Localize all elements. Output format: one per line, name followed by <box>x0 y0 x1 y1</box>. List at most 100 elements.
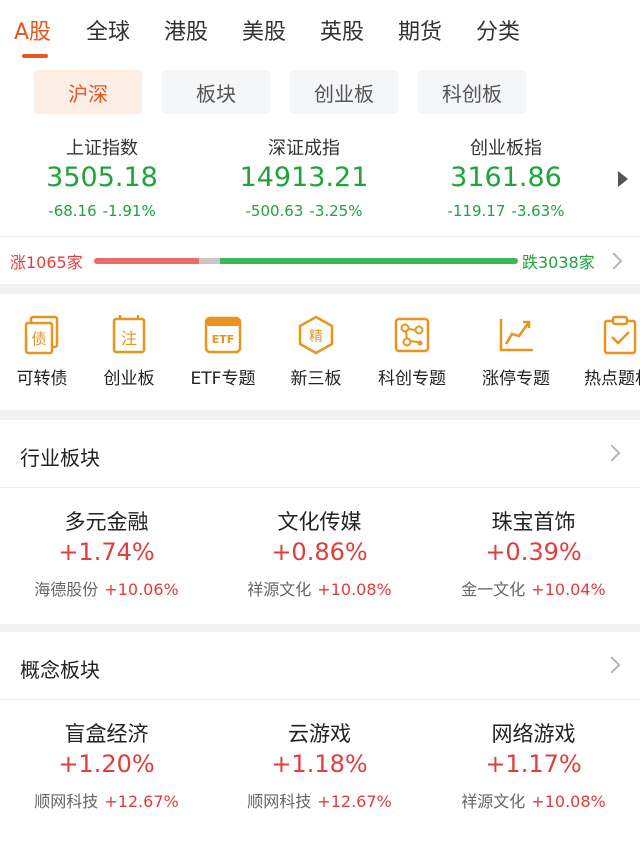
rising-chart-icon <box>499 319 533 352</box>
triangle-right-icon[interactable] <box>618 171 628 187</box>
sector-card[interactable]: 云游戏 +1.18% 顺网科技 +12.67% <box>213 718 426 812</box>
sector-leader: 海德股份 +10.06% <box>0 576 213 600</box>
chevron-right-icon[interactable] <box>603 656 621 674</box>
sector-leader: 金一文化 +10.04% <box>427 576 640 600</box>
tab-global[interactable]: 全球 <box>86 14 130 46</box>
etf-icon: ETF <box>204 316 242 354</box>
tab-uk[interactable]: 英股 <box>320 14 364 46</box>
sector-card[interactable]: 珠宝首饰 +0.39% 金一文化 +10.04% <box>427 506 640 600</box>
sector-card[interactable]: 盲盒经济 +1.20% 顺网科技 +12.67% <box>0 718 213 812</box>
decliners-segment <box>219 258 518 264</box>
leader-change: +12.67% <box>317 792 392 811</box>
subtab-sector[interactable]: 板块 <box>162 70 270 114</box>
chevron-right-icon[interactable] <box>603 444 621 462</box>
unchanged-segment <box>198 258 220 264</box>
shortcut-label: ETF专题 <box>190 369 256 389</box>
shortcut-grid: 债 可转债 注 创业板 ETF ETF专题 精 新三板 科创专题 涨停专题 热点… <box>0 294 640 410</box>
index-change-pct: -1.91% <box>102 202 156 220</box>
shortcut-label: 涨停专题 <box>482 369 550 389</box>
market-tabs: A股 全球 港股 美股 英股 期货 分类 <box>0 0 640 62</box>
sector-card[interactable]: 多元金融 +1.74% 海德股份 +10.06% <box>0 506 213 600</box>
sector-card[interactable]: 网络游戏 +1.17% 祥源文化 +10.08% <box>427 718 640 812</box>
leader-name: 海德股份 <box>34 580 99 599</box>
index-name: 深证成指 <box>268 138 340 159</box>
shortcut-hot-topics[interactable]: 热点题材 <box>574 314 640 389</box>
tab-hk[interactable]: 港股 <box>164 14 208 46</box>
section-header[interactable]: 行业板块 <box>0 420 640 488</box>
index-card[interactable]: 上证指数 3505.18 -68.16 -1.91% <box>2 134 202 220</box>
market-breadth[interactable]: 涨1065家 跌3038家 <box>0 236 640 284</box>
svg-text:精: 精 <box>309 329 323 345</box>
leader-name: 顺网科技 <box>247 792 312 811</box>
sector-card[interactable]: 文化传媒 +0.86% 祥源文化 +10.08% <box>213 506 426 600</box>
section-header[interactable]: 概念板块 <box>0 632 640 700</box>
shortcut-limit-up[interactable]: 涨停专题 <box>470 314 562 389</box>
shortcut-neeq[interactable]: 精 新三板 <box>270 314 362 389</box>
note-icon: 注 <box>112 315 146 354</box>
index-value: 3161.86 <box>450 162 562 193</box>
index-card[interactable]: 创业板指 3161.86 -119.17 -3.63% <box>406 134 606 220</box>
tab-category[interactable]: 分类 <box>476 14 520 46</box>
index-change-amount: -68.16 <box>48 202 97 220</box>
index-change-amount: -500.63 <box>245 202 304 220</box>
index-change-amount: -119.17 <box>447 202 506 220</box>
index-change-pct: -3.63% <box>511 202 565 220</box>
sub-tabs: 沪深 板块 创业板 科创板 <box>0 62 640 124</box>
sector-change: +1.17% <box>485 750 582 778</box>
sector-leader: 祥源文化 +10.08% <box>427 788 640 812</box>
index-change: -68.16 -1.91% <box>2 202 202 220</box>
decliners-label: 跌3038家 <box>522 253 595 272</box>
index-card[interactable]: 深证成指 14913.21 -500.63 -3.25% <box>204 134 404 220</box>
svg-text:ETF: ETF <box>212 333 235 346</box>
subtab-chinext[interactable]: 创业板 <box>290 70 398 114</box>
leader-name: 祥源文化 <box>461 792 526 811</box>
tab-futures[interactable]: 期货 <box>398 14 442 46</box>
active-tab-indicator <box>22 54 48 58</box>
index-name: 创业板指 <box>470 138 542 159</box>
leader-change: +10.04% <box>531 580 606 599</box>
sector-change: +0.39% <box>485 538 582 566</box>
tab-a-shares[interactable]: A股 <box>14 14 51 46</box>
sector-change: +0.86% <box>271 538 368 566</box>
sector-name: 盲盒经济 <box>64 722 149 746</box>
section-title: 概念板块 <box>20 658 100 682</box>
sector-name: 多元金融 <box>64 510 149 534</box>
advancers-label: 涨1065家 <box>10 253 83 272</box>
leader-change: +10.08% <box>531 792 606 811</box>
sector-name: 文化传媒 <box>277 510 362 534</box>
svg-text:债: 债 <box>31 330 46 348</box>
subtab-star-market[interactable]: 科创板 <box>418 70 526 114</box>
industry-sectors: 行业板块 多元金融 +1.74% 海德股份 +10.06% 文化传媒 +0.86%… <box>0 420 640 624</box>
shortcut-label: 可转债 <box>16 369 68 389</box>
shortcut-label: 科创专题 <box>378 369 446 389</box>
advancers-segment <box>94 258 199 264</box>
leader-name: 祥源文化 <box>247 580 312 599</box>
shortcut-convertible-bond[interactable]: 债 可转债 <box>0 314 88 389</box>
shortcut-label: 创业板 <box>103 369 155 389</box>
index-quotes: 上证指数 3505.18 -68.16 -1.91% 深证成指 14913.21 … <box>0 124 640 236</box>
sector-change: +1.20% <box>58 750 155 778</box>
bond-icon: 债 <box>24 315 59 355</box>
index-change: -500.63 -3.25% <box>204 202 404 220</box>
svg-text:注: 注 <box>121 329 137 348</box>
sector-leader: 祥源文化 +10.08% <box>213 576 426 600</box>
subtab-shanghai-shenzhen[interactable]: 沪深 <box>34 70 142 114</box>
concept-sectors: 概念板块 盲盒经济 +1.20% 顺网科技 +12.67% 云游戏 +1.18% … <box>0 632 640 841</box>
leader-name: 金一文化 <box>461 580 526 599</box>
shortcut-tech-innovation[interactable]: 科创专题 <box>366 314 458 389</box>
shortcut-chinext[interactable]: 注 创业板 <box>83 314 175 389</box>
shortcut-label: 热点题材 <box>584 369 640 389</box>
chevron-right-icon[interactable] <box>605 252 623 270</box>
network-icon <box>394 317 430 353</box>
leader-change: +10.06% <box>104 580 179 599</box>
sector-name: 珠宝首饰 <box>491 510 576 534</box>
index-change: -119.17 -3.63% <box>406 202 606 220</box>
sector-leader: 顺网科技 +12.67% <box>213 788 426 812</box>
index-value: 14913.21 <box>239 162 369 193</box>
sector-name: 网络游戏 <box>491 722 576 746</box>
tab-us[interactable]: 美股 <box>242 14 286 46</box>
leader-name: 顺网科技 <box>34 792 99 811</box>
shortcut-etf[interactable]: ETF ETF专题 <box>177 314 269 389</box>
leader-change: +10.08% <box>317 580 392 599</box>
sector-change: +1.74% <box>58 538 155 566</box>
